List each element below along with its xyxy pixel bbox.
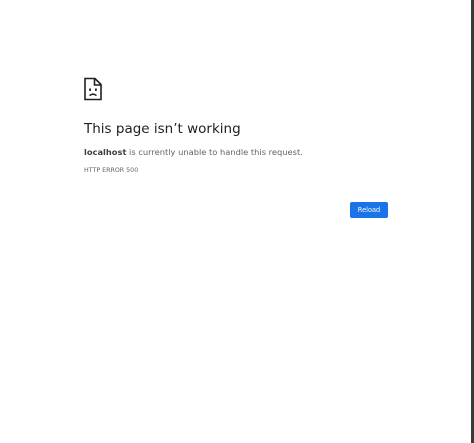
- host-name: localhost: [84, 147, 127, 157]
- page-title: This page isn’t working: [84, 121, 241, 137]
- error-page: This page isn’t working localhost is cur…: [0, 0, 474, 443]
- error-code: HTTP ERROR 500: [84, 167, 139, 174]
- reload-button[interactable]: Reload: [350, 202, 388, 218]
- error-message: is currently unable to handle this reque…: [126, 147, 303, 157]
- sad-document-icon: [83, 77, 103, 101]
- error-description: localhost is currently unable to handle …: [84, 147, 303, 157]
